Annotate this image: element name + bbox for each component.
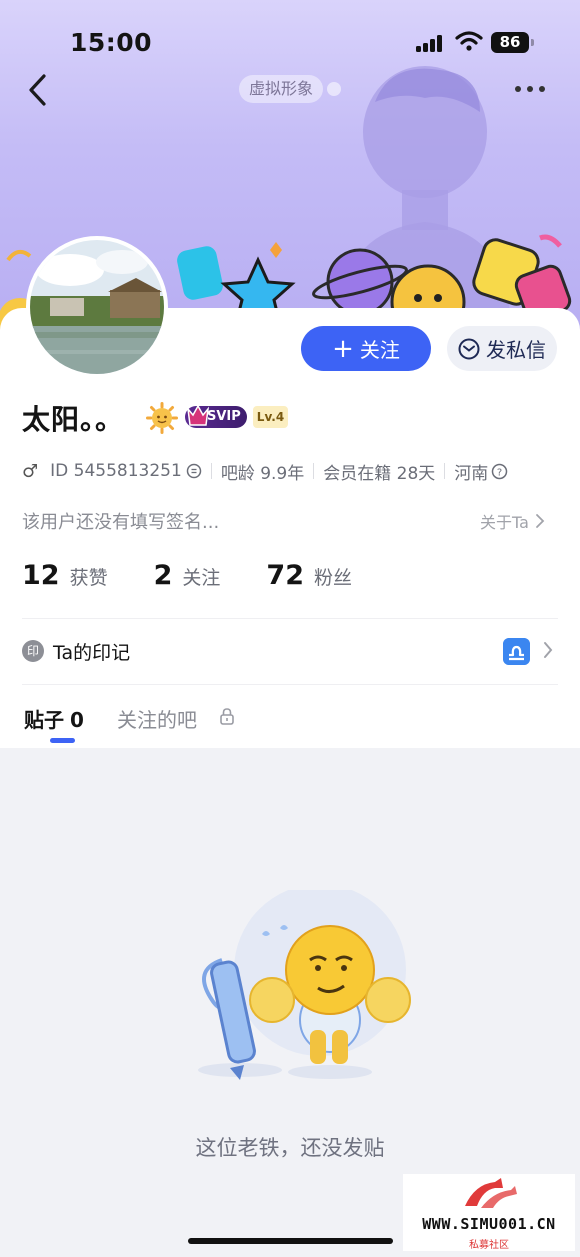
chevron-right-icon [544,642,553,658]
libra-badge-icon[interactable] [503,638,530,665]
home-indicator[interactable] [188,1238,393,1244]
user-id: ID 5455813251 [50,461,182,481]
watermark-sub: 私募社区 [469,1240,509,1251]
cellular-signal-icon [416,34,444,52]
profile-info-row: ♂ ID 5455813251 吧龄 9.9年 会员在籍 28天 河南 ? [22,458,508,484]
copy-icon[interactable] [186,463,202,479]
about-ta-link[interactable]: 关于Ta [480,509,545,533]
signature-text: 该用户还没有填写签名... [22,512,220,533]
divider [22,618,558,619]
separator [444,463,446,479]
level-badge[interactable]: Lv.4 [253,406,288,428]
help-icon[interactable]: ? [491,463,508,480]
fans-count: 72 [266,560,304,591]
tieba-age: 吧龄 9.9年 [220,463,305,484]
watermark: WWW.SIMU001.CN 私募社区 [403,1174,575,1251]
more-options-icon[interactable] [512,80,548,98]
likes-label: 获赞 [69,567,108,589]
wifi-icon [455,31,483,51]
envelope-icon [458,338,480,359]
plus-icon: + [332,333,354,364]
private-message-button[interactable]: 发私信 [447,326,557,371]
seal-row[interactable]: 印 Ta的印记 [22,637,558,667]
avatar[interactable] [26,236,168,378]
active-tab-indicator [50,738,75,743]
profile-stats: 12 获赞 2 关注 72 粉丝 [22,560,352,600]
likes-stat[interactable]: 12 获赞 [22,560,108,591]
empty-state-illustration [198,890,411,1080]
follow-button-label: 关注 [359,338,400,362]
likes-count: 12 [22,560,60,591]
username: 太阳。。 [22,403,125,436]
about-ta-label: 关于Ta [480,513,529,532]
following-label: 关注 [182,567,221,589]
location: 河南 [454,463,489,484]
watermark-logo-icon [465,1178,517,1208]
battery-icon: 86 [491,32,534,53]
empty-state-message: 这位老铁，还没发贴 [195,1136,385,1160]
fans-stat[interactable]: 72 粉丝 [266,560,352,591]
fans-label: 粉丝 [313,567,352,589]
chevron-right-icon [536,514,545,528]
following-count: 2 [153,560,173,591]
seal-label: Ta的印记 [53,642,131,664]
separator [210,463,212,479]
male-icon: ♂ [22,460,39,482]
seal-icon: 印 [22,640,44,662]
tab-posts-label: 贴子 [24,708,64,732]
avatar-tag-dot [327,82,341,96]
tab-posts[interactable]: 贴子 0 [24,704,84,733]
follow-button[interactable]: + 关注 [301,326,431,371]
divider [22,684,558,685]
member-days: 会员在籍 28天 [323,463,436,484]
back-button[interactable] [22,70,56,110]
private-message-label: 发私信 [486,338,546,362]
status-time: 15:00 [70,28,153,57]
watermark-site: WWW.SIMU001.CN [422,1215,556,1233]
separator [313,463,315,479]
tab-posts-count: 0 [70,708,84,732]
crown-icon [186,404,210,426]
lock-icon [220,708,234,725]
avatar-landscape-image [30,240,164,374]
status-bar: 15:00 86 [0,0,580,86]
virtual-avatar-tag[interactable]: 虚拟形象 [239,75,324,103]
tab-followed-bars[interactable]: 关注的吧 [117,704,197,733]
svg-text:?: ? [497,467,502,478]
sun-badge-icon[interactable] [146,402,178,434]
following-stat[interactable]: 2 关注 [154,560,221,591]
